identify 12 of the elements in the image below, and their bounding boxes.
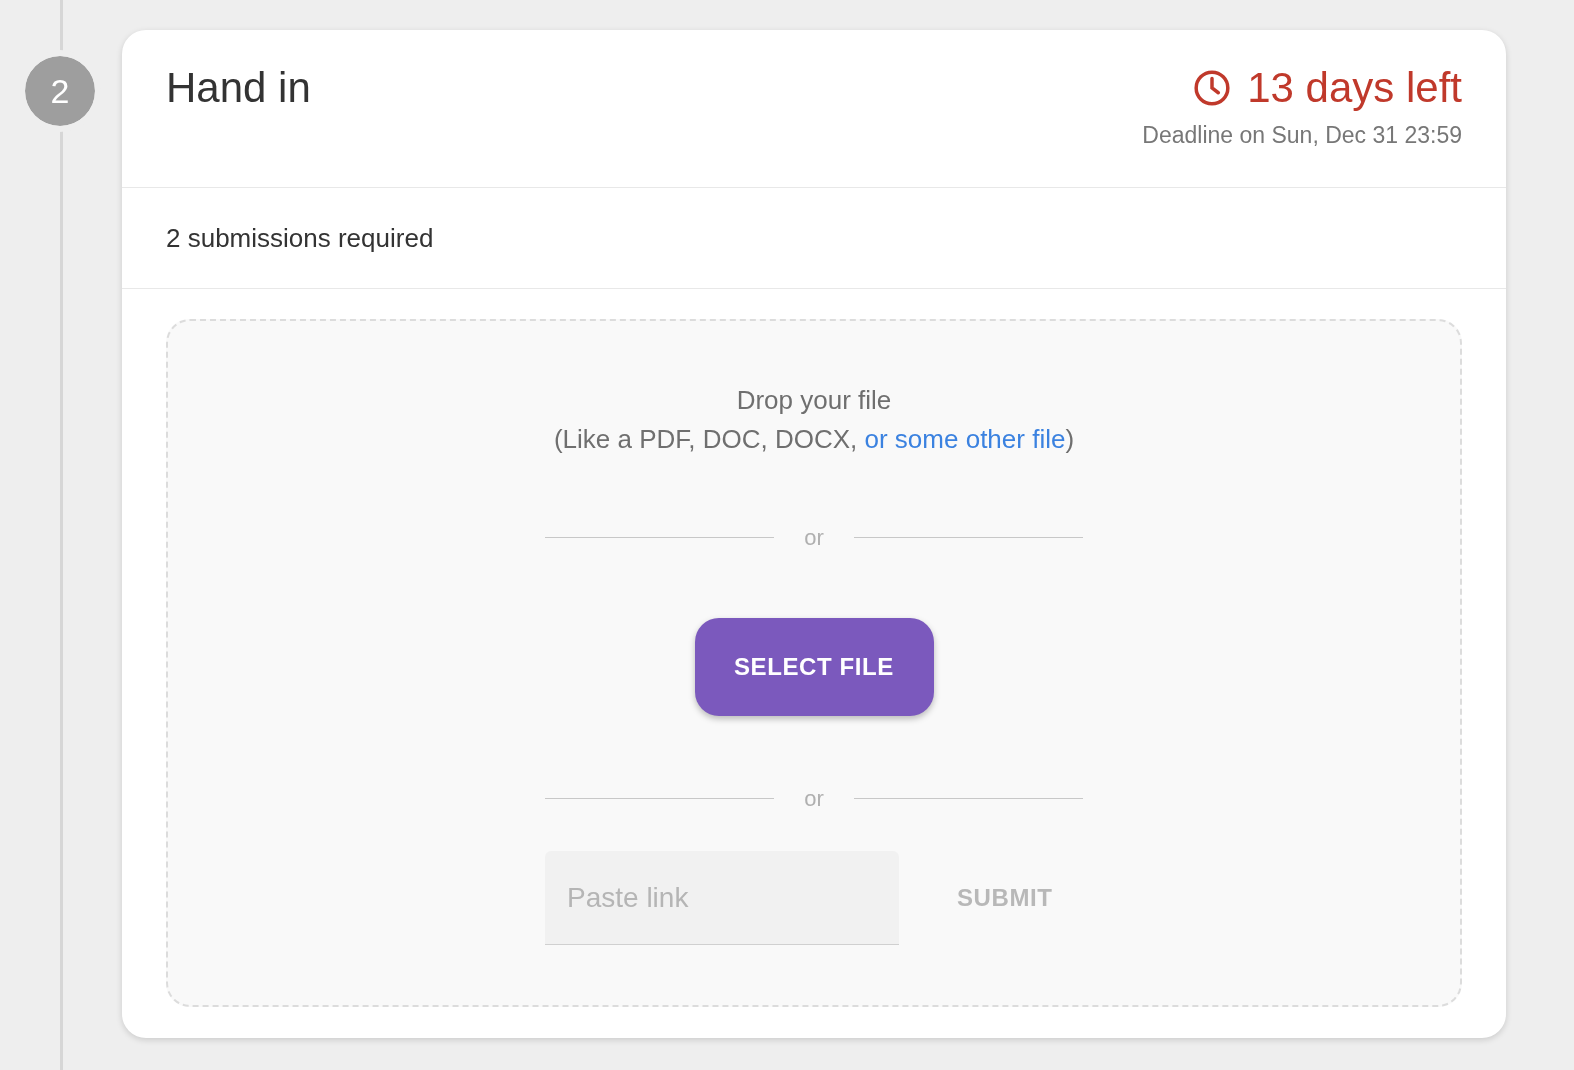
card-title: Hand in bbox=[166, 64, 311, 112]
drop-title: Drop your file bbox=[736, 384, 892, 417]
select-file-button[interactable]: SELECT FILE bbox=[694, 618, 934, 716]
clock-icon bbox=[1193, 69, 1232, 107]
other-file-link[interactable]: or some other file bbox=[864, 424, 1066, 454]
file-type-hint: (Like a PDF, DOC, DOCX, or some other file) bbox=[553, 423, 1075, 456]
separator-label: or bbox=[803, 785, 825, 813]
deadline-text: Deadline on Sun, Dec 31 23:59 bbox=[1142, 121, 1462, 150]
requirement-text: 2 submissions required bbox=[166, 221, 434, 255]
countdown-text: 13 days left bbox=[1247, 64, 1462, 112]
separator-label: or bbox=[803, 524, 825, 552]
link-input[interactable]: Paste link bbox=[545, 851, 899, 945]
